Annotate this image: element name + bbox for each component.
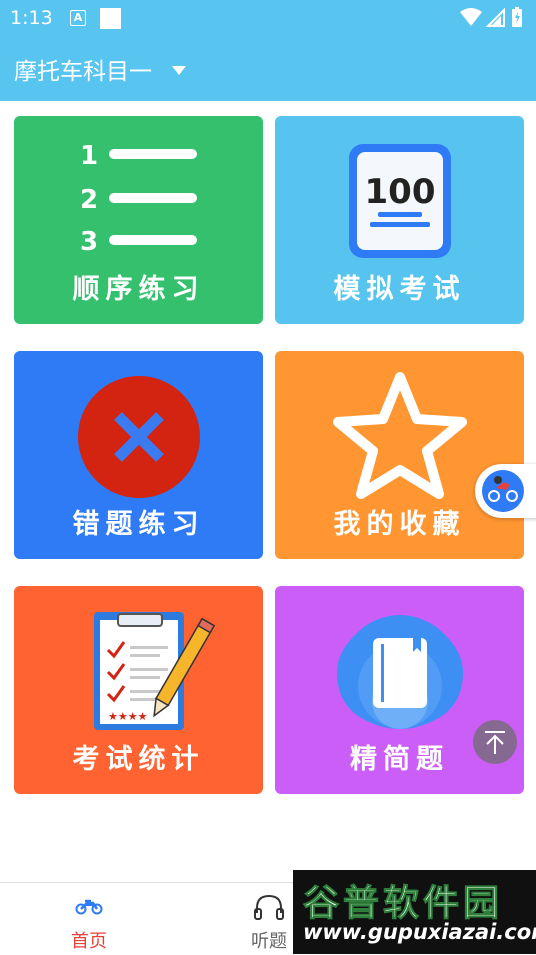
motorcycle-icon <box>75 899 103 915</box>
watermark-url: www.gupuxiazai.com <box>303 920 536 944</box>
watermark: 谷普软件园 www.gupuxiazai.com <box>293 870 536 954</box>
motorcycle-rider-icon <box>482 470 524 512</box>
exam-statistics-tile[interactable]: ★★★★ 考试统计 <box>14 586 263 794</box>
signal-icon <box>485 7 505 27</box>
wrong-questions-tile[interactable]: 错题练习 <box>14 351 263 559</box>
scroll-to-top-button[interactable] <box>473 720 517 764</box>
notification-square-icon <box>100 8 121 29</box>
wifi-icon <box>460 8 482 26</box>
floating-assistant-button[interactable] <box>475 464 536 518</box>
exam-100-icon: 100 <box>349 144 451 258</box>
nav-label-home: 首页 <box>71 931 107 952</box>
arrow-up-icon <box>485 731 505 754</box>
watermark-title: 谷普软件园 <box>302 883 504 925</box>
app-bar: 摩托车科目一 <box>0 36 536 101</box>
my-favorites-tile[interactable]: 我的收藏 <box>275 351 524 559</box>
tile-label: 模拟考试 <box>333 274 466 305</box>
clipboard-checklist-icon: ★★★★ <box>94 612 216 730</box>
tile-label: 错题练习 <box>72 509 205 540</box>
wrong-x-icon <box>78 376 200 498</box>
tile-label: 考试统计 <box>72 744 205 775</box>
status-time: 1:13 <box>10 7 53 29</box>
svg-text:★★★★: ★★★★ <box>108 710 148 723</box>
list-number-2: 2 <box>80 185 98 215</box>
tile-label: 顺序练习 <box>72 274 205 305</box>
score-100: 100 <box>365 172 436 212</box>
subject-title[interactable]: 摩托车科目一 <box>14 52 152 86</box>
battery-icon <box>512 7 522 27</box>
mock-exam-tile[interactable]: 100 模拟考试 <box>275 116 524 324</box>
notification-a-icon: A <box>70 10 86 26</box>
dropdown-arrow-icon[interactable] <box>172 61 186 80</box>
nav-item-home[interactable]: 首页 <box>29 883 149 955</box>
list-number-3: 3 <box>80 227 98 257</box>
headphones-icon <box>254 894 284 920</box>
numbered-list-icon: 1 2 3 <box>80 141 197 257</box>
sequential-practice-tile[interactable]: 1 2 3 顺序练习 <box>14 116 263 324</box>
status-bar: 1:13 A <box>0 0 536 36</box>
status-icons <box>458 6 526 34</box>
list-number-1: 1 <box>80 141 98 171</box>
